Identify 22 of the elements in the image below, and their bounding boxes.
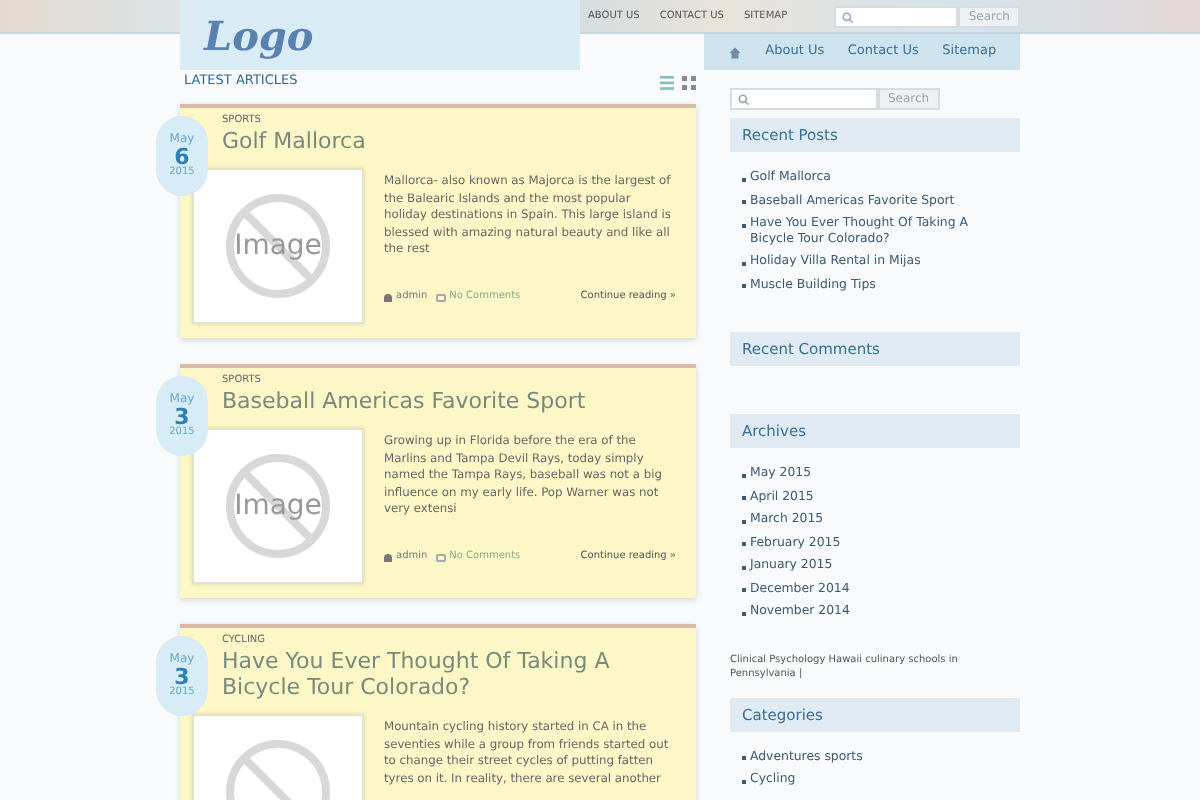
article-title[interactable]: Have You Ever Thought Of Taking A Bicycle Tour Colorado? [222,648,672,700]
article-title[interactable]: Baseball Americas Favorite Sport [222,388,672,414]
comment-icon [435,293,446,302]
image-label: Image [234,232,322,260]
grid-view-icon[interactable] [682,75,696,89]
no-image-icon [222,190,334,302]
date-day: 6 [174,146,190,168]
author-icon [384,553,392,562]
comment-icon [435,553,446,562]
date-day: 3 [174,406,190,428]
author-icon [384,293,392,302]
search-field[interactable] [730,88,878,110]
logo[interactable]: Logo [204,5,314,65]
search-icon [738,93,750,105]
article-title[interactable]: Golf Mallorca [222,128,672,154]
no-image-icon [222,450,334,562]
search-icon [842,11,855,23]
date-day: 3 [174,666,190,688]
list-view-icon[interactable] [660,75,674,89]
home-icon[interactable] [727,45,742,59]
image-label: Image [234,492,322,520]
search-field[interactable] [834,6,959,28]
